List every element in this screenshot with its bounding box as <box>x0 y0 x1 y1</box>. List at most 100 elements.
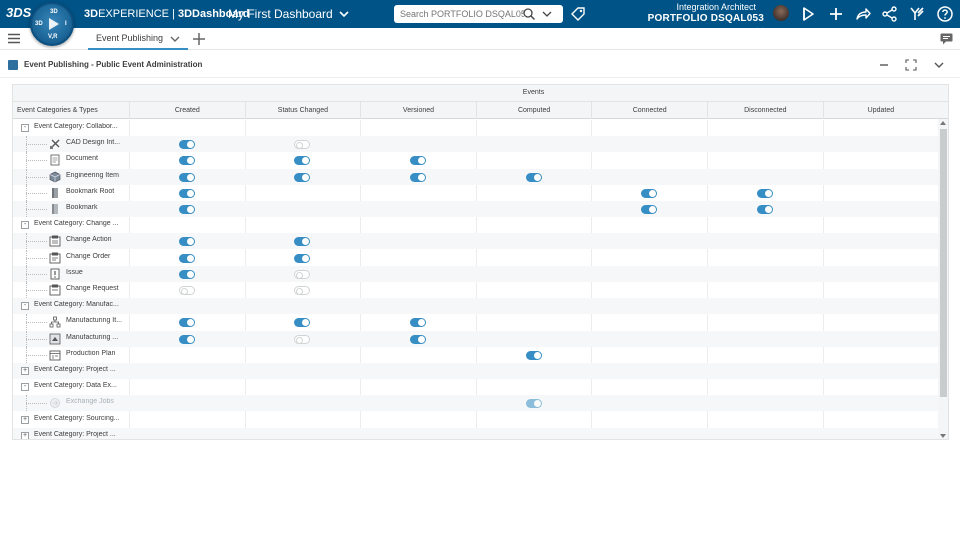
tree-connector <box>26 176 47 178</box>
event-toggle-created[interactable] <box>178 334 195 344</box>
search-input[interactable] <box>394 5 524 23</box>
column-header-updated[interactable]: Updated <box>822 102 939 119</box>
tag-icon[interactable] <box>570 6 586 22</box>
event-toggle-status-changed[interactable] <box>294 140 311 150</box>
exchange-jobs-icon <box>50 398 60 409</box>
scroll-thumb[interactable] <box>940 129 947 397</box>
event-toggle-status-changed[interactable] <box>294 318 311 328</box>
category-row: + Event Category: Project ... <box>13 427 938 439</box>
change-action-icon <box>49 235 61 247</box>
grid-scrollbar[interactable] <box>938 119 948 439</box>
event-toggle-disconnected[interactable] <box>756 188 773 198</box>
compass-play-icon <box>49 18 59 30</box>
tree-connector <box>26 282 27 298</box>
event-toggle-connected[interactable] <box>641 205 658 214</box>
column-header-created[interactable]: Created <box>129 102 245 119</box>
event-toggle-disconnected[interactable] <box>756 205 773 214</box>
tree-connector <box>26 184 27 201</box>
event-toggle-versioned[interactable] <box>410 334 426 344</box>
chevron-down-icon[interactable] <box>170 35 180 43</box>
event-toggle-status-changed[interactable] <box>294 156 311 166</box>
tab-event-publishing[interactable]: Event Publishing <box>88 28 188 50</box>
event-toggle-computed[interactable] <box>525 399 542 409</box>
tree-connector <box>26 290 47 291</box>
event-toggle-status-changed[interactable] <box>294 237 311 247</box>
column-header-versioned[interactable]: Versioned <box>360 102 476 119</box>
category-row: - Event Category: Change ... <box>13 217 938 233</box>
issue-icon <box>50 268 60 280</box>
event-toggle-versioned[interactable] <box>410 318 426 328</box>
event-toggle-computed[interactable] <box>525 350 542 360</box>
event-toggle-connected[interactable] <box>641 188 658 198</box>
dashboard-title[interactable]: My First Dashboard <box>228 7 349 21</box>
column-header-computed[interactable]: Computed <box>475 102 592 119</box>
category-row: - Event Category: Data Ex... <box>13 379 938 395</box>
engineering-item-icon <box>49 171 61 182</box>
widget-header: Event Publishing - Public Event Administ… <box>0 52 960 78</box>
category-label: Event Category: Project ... <box>34 430 116 438</box>
collapse-icon[interactable]: - <box>21 221 29 230</box>
column-header-connected[interactable]: Connected <box>591 102 707 119</box>
column-header-categories[interactable]: Event Categories & Types <box>13 102 129 119</box>
category-row: - Event Category: Collabor... <box>13 120 938 136</box>
event-toggle-created[interactable] <box>178 237 195 247</box>
type-row: Bookmark <box>13 201 938 217</box>
minimize-icon[interactable] <box>878 59 890 71</box>
share-network-icon[interactable] <box>881 5 899 23</box>
event-toggle-versioned[interactable] <box>410 156 426 166</box>
type-row: CAD Design Int... <box>13 136 938 153</box>
chat-icon[interactable] <box>940 33 953 45</box>
expand-icon[interactable]: + <box>21 367 29 375</box>
event-toggle-versioned[interactable] <box>410 172 426 182</box>
scroll-down-icon[interactable] <box>940 434 946 438</box>
event-toggle-status-changed[interactable] <box>294 286 311 295</box>
search-icon[interactable] <box>522 7 536 21</box>
type-row: Bookmark Root <box>13 184 938 201</box>
document-icon <box>50 154 60 166</box>
event-toggle-computed[interactable] <box>525 172 542 182</box>
menu-icon[interactable] <box>8 33 20 44</box>
bookmark-icon <box>52 204 58 214</box>
event-toggle-created[interactable] <box>178 156 195 166</box>
tree-connector <box>26 354 47 356</box>
event-toggle-created[interactable] <box>178 172 195 182</box>
search-scope-chevron-icon[interactable] <box>541 8 553 20</box>
widget-menu-chevron-icon[interactable] <box>933 59 945 71</box>
event-toggle-created[interactable] <box>178 253 195 263</box>
event-toggle-created[interactable] <box>178 286 195 295</box>
collapse-icon[interactable]: - <box>21 124 29 132</box>
event-toggle-status-changed[interactable] <box>294 172 311 182</box>
scroll-up-icon[interactable] <box>940 121 946 125</box>
avatar[interactable] <box>773 5 789 21</box>
event-toggle-created[interactable] <box>178 205 195 214</box>
category-label: Event Category: Collabor... <box>34 123 118 130</box>
share-arrow-icon[interactable] <box>854 5 872 23</box>
column-header-disconnected[interactable]: Disconnected <box>707 102 823 119</box>
flag-arrow-icon[interactable] <box>800 5 818 23</box>
event-toggle-status-changed[interactable] <box>294 253 311 263</box>
tree-connector <box>26 273 47 275</box>
type-row: Change Order <box>13 249 938 266</box>
expand-icon[interactable]: + <box>21 415 29 424</box>
collapse-icon[interactable]: - <box>21 383 29 392</box>
type-label: Document <box>66 155 98 163</box>
expand-icon[interactable]: + <box>21 431 29 439</box>
event-toggle-created[interactable] <box>178 269 195 279</box>
event-toggle-created[interactable] <box>178 140 195 150</box>
event-toggle-created[interactable] <box>178 188 195 198</box>
collapse-icon[interactable]: - <box>21 302 29 311</box>
help-icon[interactable] <box>936 5 954 23</box>
maximize-icon[interactable] <box>905 59 917 71</box>
column-header-status-changed[interactable]: Status Changed <box>244 102 361 119</box>
tree-connector <box>26 136 27 153</box>
event-toggle-status-changed[interactable] <box>294 269 311 279</box>
add-tab-icon[interactable] <box>192 32 206 46</box>
compass-icon[interactable]: 3D 3D I V,R <box>30 2 74 46</box>
plus-icon[interactable] <box>827 5 845 23</box>
event-toggle-created[interactable] <box>178 318 195 328</box>
tree-connector <box>26 152 27 169</box>
type-label: Manufacturing It... <box>66 317 123 325</box>
event-toggle-status-changed[interactable] <box>294 334 311 344</box>
apps-tools-icon[interactable] <box>908 5 926 23</box>
event-grid: Events Event Categories & Types Created S… <box>12 84 949 440</box>
